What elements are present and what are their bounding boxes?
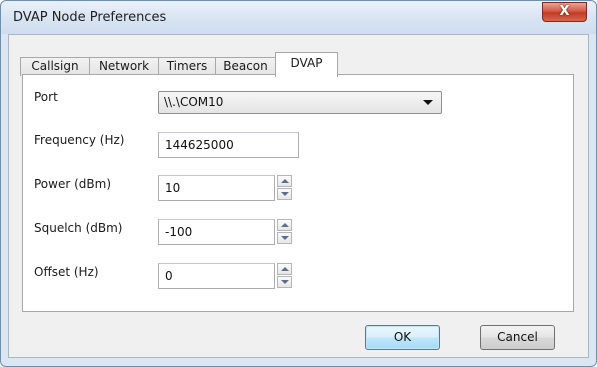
window-title: DVAP Node Preferences — [13, 10, 167, 25]
squelch-increment-button[interactable] — [277, 219, 292, 231]
squelch-label: Squelch (dBm) — [34, 221, 123, 235]
arrow-up-icon — [281, 179, 289, 183]
dialog-client-area: Callsign Network Timers Beacon DVAP Port… — [8, 34, 589, 358]
squelch-input[interactable]: -100 — [158, 219, 275, 245]
power-input[interactable]: 10 — [158, 175, 275, 201]
squelch-decrement-button[interactable] — [277, 232, 292, 244]
dialog-window: DVAP Node Preferences X Callsign Network… — [0, 0, 597, 367]
offset-stepper — [277, 263, 292, 289]
port-label: Port — [34, 90, 58, 104]
arrow-down-icon — [281, 280, 289, 284]
port-select[interactable]: \\.\COM10 — [158, 91, 442, 114]
chevron-down-icon — [423, 100, 433, 105]
frequency-label: Frequency (Hz) — [34, 133, 125, 147]
power-label: Power (dBm) — [34, 177, 111, 191]
offset-label: Offset (Hz) — [34, 265, 99, 279]
offset-decrement-button[interactable] — [277, 276, 292, 288]
arrow-down-icon — [281, 236, 289, 240]
close-button[interactable]: X — [542, 2, 587, 22]
power-decrement-button[interactable] — [277, 188, 292, 200]
close-icon: X — [559, 4, 570, 19]
ok-button[interactable]: OK — [365, 325, 440, 350]
arrow-down-icon — [281, 192, 289, 196]
tab-dvap[interactable]: DVAP — [275, 52, 338, 77]
title-bar[interactable]: DVAP Node Preferences X — [1, 1, 596, 34]
power-increment-button[interactable] — [277, 175, 292, 187]
dvap-settings-panel: Port \\.\COM10 Frequency (Hz) 144625000 … — [22, 74, 574, 312]
squelch-stepper — [277, 219, 292, 245]
power-stepper — [277, 175, 292, 201]
arrow-up-icon — [281, 223, 289, 227]
cancel-button[interactable]: Cancel — [480, 325, 555, 350]
offset-input[interactable]: 0 — [158, 263, 275, 289]
offset-increment-button[interactable] — [277, 263, 292, 275]
port-select-value: \\.\COM10 — [164, 95, 224, 109]
arrow-up-icon — [281, 267, 289, 271]
frequency-input[interactable]: 144625000 — [158, 132, 299, 158]
